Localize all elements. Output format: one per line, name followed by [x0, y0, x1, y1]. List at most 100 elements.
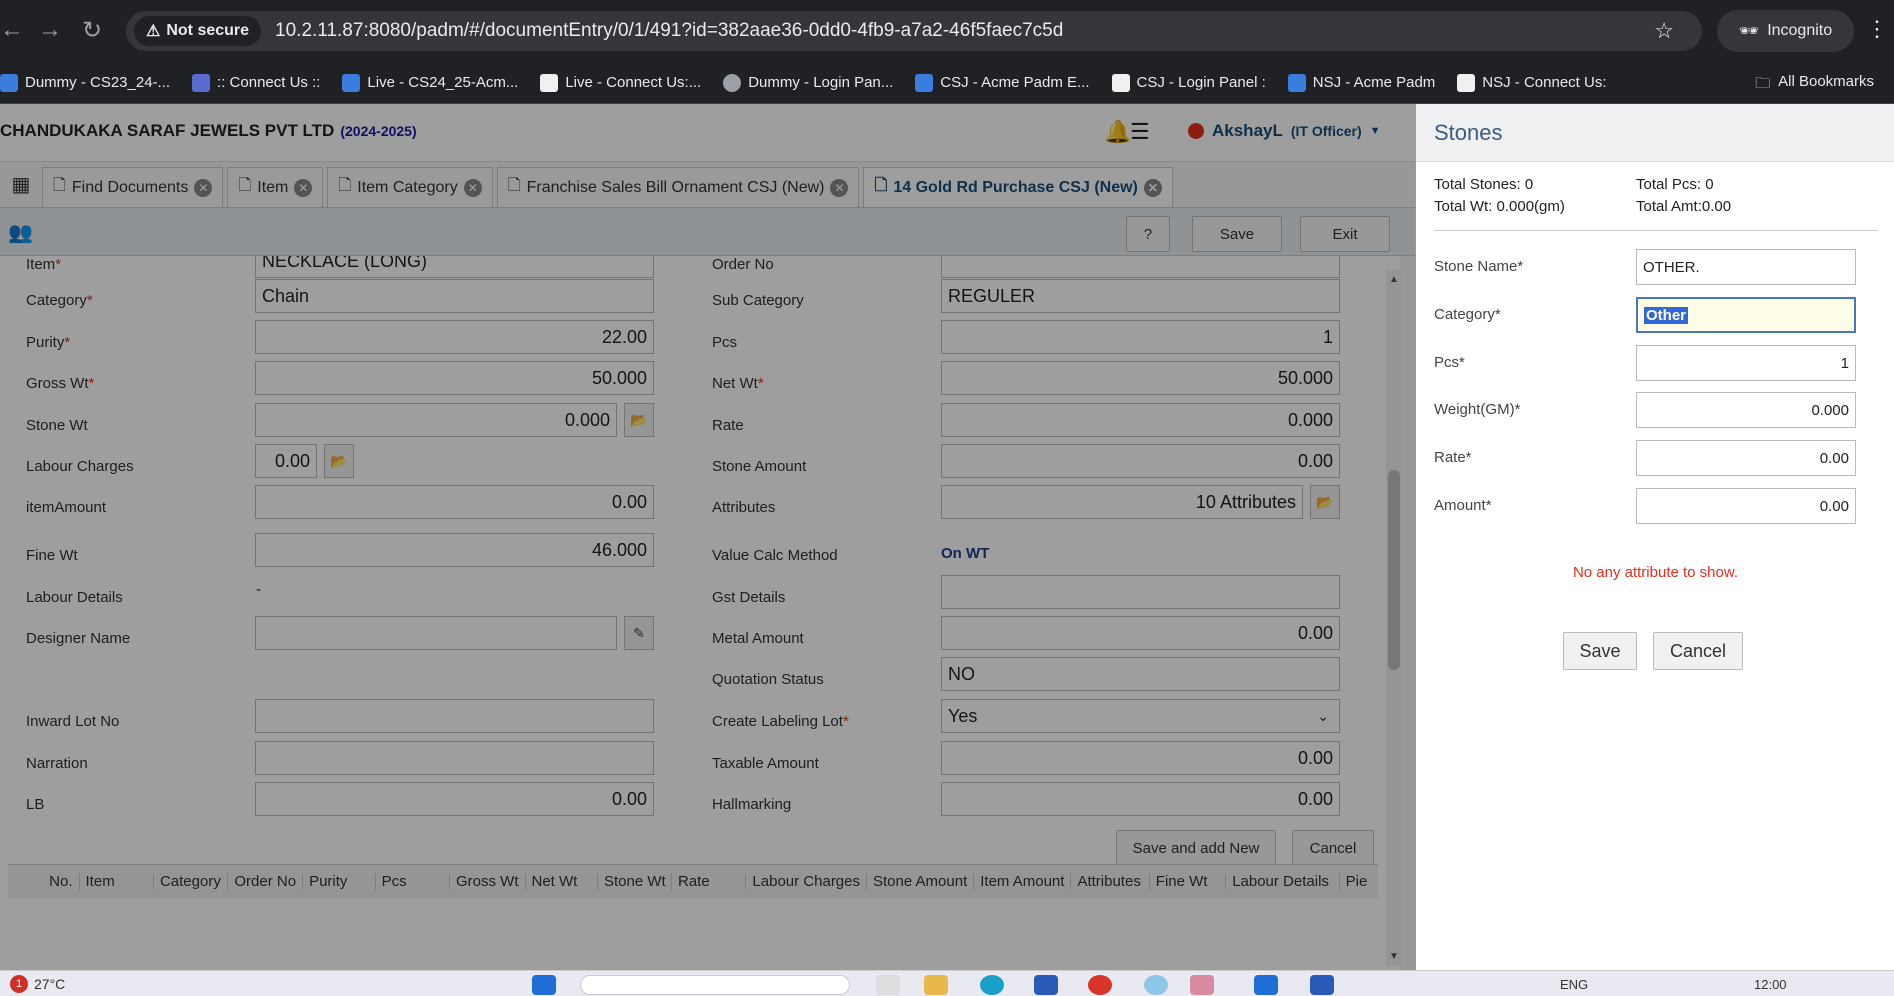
rate-field[interactable]: 0.000: [941, 403, 1340, 437]
labour-charges-field[interactable]: 0.00: [255, 444, 317, 478]
browser-menu-icon[interactable]: ⋮: [1866, 16, 1888, 42]
app-icon[interactable]: [1034, 975, 1058, 995]
grid-col-header[interactable]: Rate: [670, 873, 745, 890]
stone-pcs-field[interactable]: 1: [1636, 345, 1856, 381]
grid-col-header[interactable]: Pcs: [374, 873, 449, 890]
close-icon[interactable]: ✕: [463, 178, 482, 197]
sub-category-field[interactable]: REGULER: [941, 279, 1340, 313]
address-bar[interactable]: ⚠ Not secure 10.2.11.87:8080/padm/#/docu…: [126, 11, 1702, 51]
grid-col-header[interactable]: Labour Details: [1225, 873, 1338, 890]
tab-item[interactable]: 🗋 Item ✕: [227, 167, 324, 207]
tab-franchise-sales[interactable]: 🗋 Franchise Sales Bill Ornament CSJ (New)…: [496, 167, 860, 207]
grid-col-header[interactable]: Fine Wt: [1148, 873, 1225, 890]
designer-edit-button[interactable]: ✎: [624, 616, 654, 650]
close-icon[interactable]: ✕: [1143, 178, 1162, 197]
back-icon[interactable]: ←: [0, 16, 24, 44]
app-icon[interactable]: [1190, 975, 1214, 995]
close-icon[interactable]: ✕: [194, 178, 213, 197]
bookmark-item[interactable]: :: Connect Us ::: [192, 73, 320, 92]
category-field[interactable]: Chain: [255, 279, 654, 313]
hallmarking-field[interactable]: 0.00: [941, 782, 1340, 816]
stone-amount-field[interactable]: 0.00: [941, 444, 1340, 478]
attributes-folder-button[interactable]: 📂: [1310, 485, 1340, 519]
grid-col-header[interactable]: Net Wt: [524, 873, 597, 890]
stone-rate-field[interactable]: 0.00: [1636, 440, 1856, 476]
stone-name-field[interactable]: OTHER.: [1636, 249, 1856, 285]
tab-find-documents[interactable]: 🗋 Find Documents ✕: [42, 167, 224, 207]
calendar-icon[interactable]: [1310, 975, 1334, 995]
net-wt-field[interactable]: 50.000: [941, 361, 1340, 395]
attributes-field[interactable]: 10 Attributes: [941, 485, 1303, 519]
tab-item-category[interactable]: 🗋 Item Category ✕: [327, 167, 493, 207]
clock[interactable]: 12:00: [1754, 977, 1787, 992]
grid-col-header[interactable]: Order No: [227, 873, 302, 890]
quotation-status-field[interactable]: NO: [941, 657, 1340, 691]
incognito-indicator[interactable]: 🕶 Incognito: [1717, 10, 1854, 52]
bookmark-item[interactable]: Live - CS24_25-Acm...: [342, 73, 518, 92]
pcs-field[interactable]: 1: [941, 320, 1340, 354]
file-explorer-icon[interactable]: [924, 975, 948, 995]
bookmark-item[interactable]: NSJ - Acme Padm: [1287, 73, 1435, 92]
user-menu[interactable]: AkshayL (IT Officer) ▼: [1188, 121, 1381, 141]
tab-gold-purchase[interactable]: 🗋 14 Gold Rd Purchase CSJ (New) ✕: [863, 167, 1173, 207]
save-add-new-button[interactable]: Save and add New: [1116, 830, 1276, 866]
grid-col-header[interactable]: Purity: [302, 873, 374, 890]
grid-col-header[interactable]: Gross Wt: [449, 873, 525, 890]
grid-col-header[interactable]: Item: [78, 873, 153, 890]
narration-field[interactable]: [255, 741, 654, 775]
chrome-icon[interactable]: [1088, 975, 1112, 995]
metal-amount-field[interactable]: 0.00: [941, 616, 1340, 650]
designer-name-field[interactable]: [255, 616, 617, 650]
grid-col-header[interactable]: Pie: [1338, 873, 1378, 890]
bookmark-item[interactable]: Dummy - CS23_24-...: [0, 73, 170, 92]
grid-col-header[interactable]: Category: [152, 873, 227, 890]
bookmark-star-icon[interactable]: ☆: [1654, 18, 1674, 44]
bookmark-item[interactable]: CSJ - Login Panel :: [1111, 73, 1266, 92]
item-amount-field[interactable]: 0.00: [255, 485, 654, 519]
save-button[interactable]: Save: [1192, 216, 1282, 252]
grid-col-header[interactable]: Attributes: [1070, 873, 1148, 890]
bookmark-item[interactable]: NSJ - Connect Us:: [1457, 73, 1607, 92]
language-indicator[interactable]: ENG: [1560, 977, 1588, 992]
bookmark-item[interactable]: Live - Connect Us:...: [540, 73, 701, 92]
stones-save-button[interactable]: Save: [1563, 632, 1637, 670]
stone-weight-field[interactable]: 0.000: [1636, 392, 1856, 428]
scrollbar-thumb[interactable]: [1388, 470, 1400, 670]
grid-col-header[interactable]: Stone Wt: [596, 873, 671, 890]
url-text[interactable]: 10.2.11.87:8080/padm/#/documentEntry/0/1…: [275, 20, 1063, 42]
purity-field[interactable]: 22.00: [255, 320, 654, 354]
outlook-icon[interactable]: [1254, 975, 1278, 995]
grid-col-header[interactable]: Item Amount: [973, 873, 1070, 890]
bookmark-item[interactable]: CSJ - Acme Padm E...: [915, 73, 1090, 92]
stone-wt-folder-button[interactable]: 📂: [624, 403, 654, 437]
stones-cancel-button[interactable]: Cancel: [1653, 632, 1743, 670]
grid-col-header[interactable]: No.: [8, 873, 79, 890]
apps-grid-icon[interactable]: ▦: [0, 161, 42, 207]
search-box[interactable]: [580, 975, 850, 995]
item-field[interactable]: NECKLACE (LONG): [255, 256, 654, 278]
form-scrollbar[interactable]: ▲ ▼: [1386, 270, 1402, 966]
scroll-down-icon[interactable]: ▼: [1389, 951, 1399, 962]
reload-icon[interactable]: ↻: [82, 16, 102, 45]
not-secure-badge[interactable]: ⚠ Not secure: [134, 16, 262, 46]
list-icon[interactable]: ☰: [1130, 119, 1150, 145]
forward-icon[interactable]: →: [38, 16, 62, 44]
labour-charges-folder-button[interactable]: 📂: [324, 444, 354, 478]
scroll-up-icon[interactable]: ▲: [1389, 274, 1399, 285]
bookmark-item[interactable]: Dummy - Login Pan...: [723, 73, 893, 92]
stone-amount-field[interactable]: 0.00: [1636, 488, 1856, 524]
app-icon[interactable]: [1144, 975, 1168, 995]
stone-wt-field[interactable]: 0.000: [255, 403, 617, 437]
grid-col-header[interactable]: Stone Amount: [866, 873, 973, 890]
close-icon[interactable]: ✕: [830, 178, 849, 197]
fine-wt-field[interactable]: 46.000: [255, 533, 654, 567]
labeling-lot-select[interactable]: Yes ⌄: [941, 699, 1340, 733]
form-cancel-button[interactable]: Cancel: [1292, 830, 1374, 866]
users-icon[interactable]: 👥: [8, 220, 33, 245]
help-button[interactable]: ?: [1126, 216, 1170, 252]
stone-category-field[interactable]: Other: [1636, 297, 1856, 333]
grid-col-header[interactable]: Labour Charges: [745, 873, 866, 890]
taxable-amount-field[interactable]: 0.00: [941, 741, 1340, 775]
lb-field[interactable]: 0.00: [255, 782, 654, 816]
close-icon[interactable]: ✕: [294, 178, 313, 197]
